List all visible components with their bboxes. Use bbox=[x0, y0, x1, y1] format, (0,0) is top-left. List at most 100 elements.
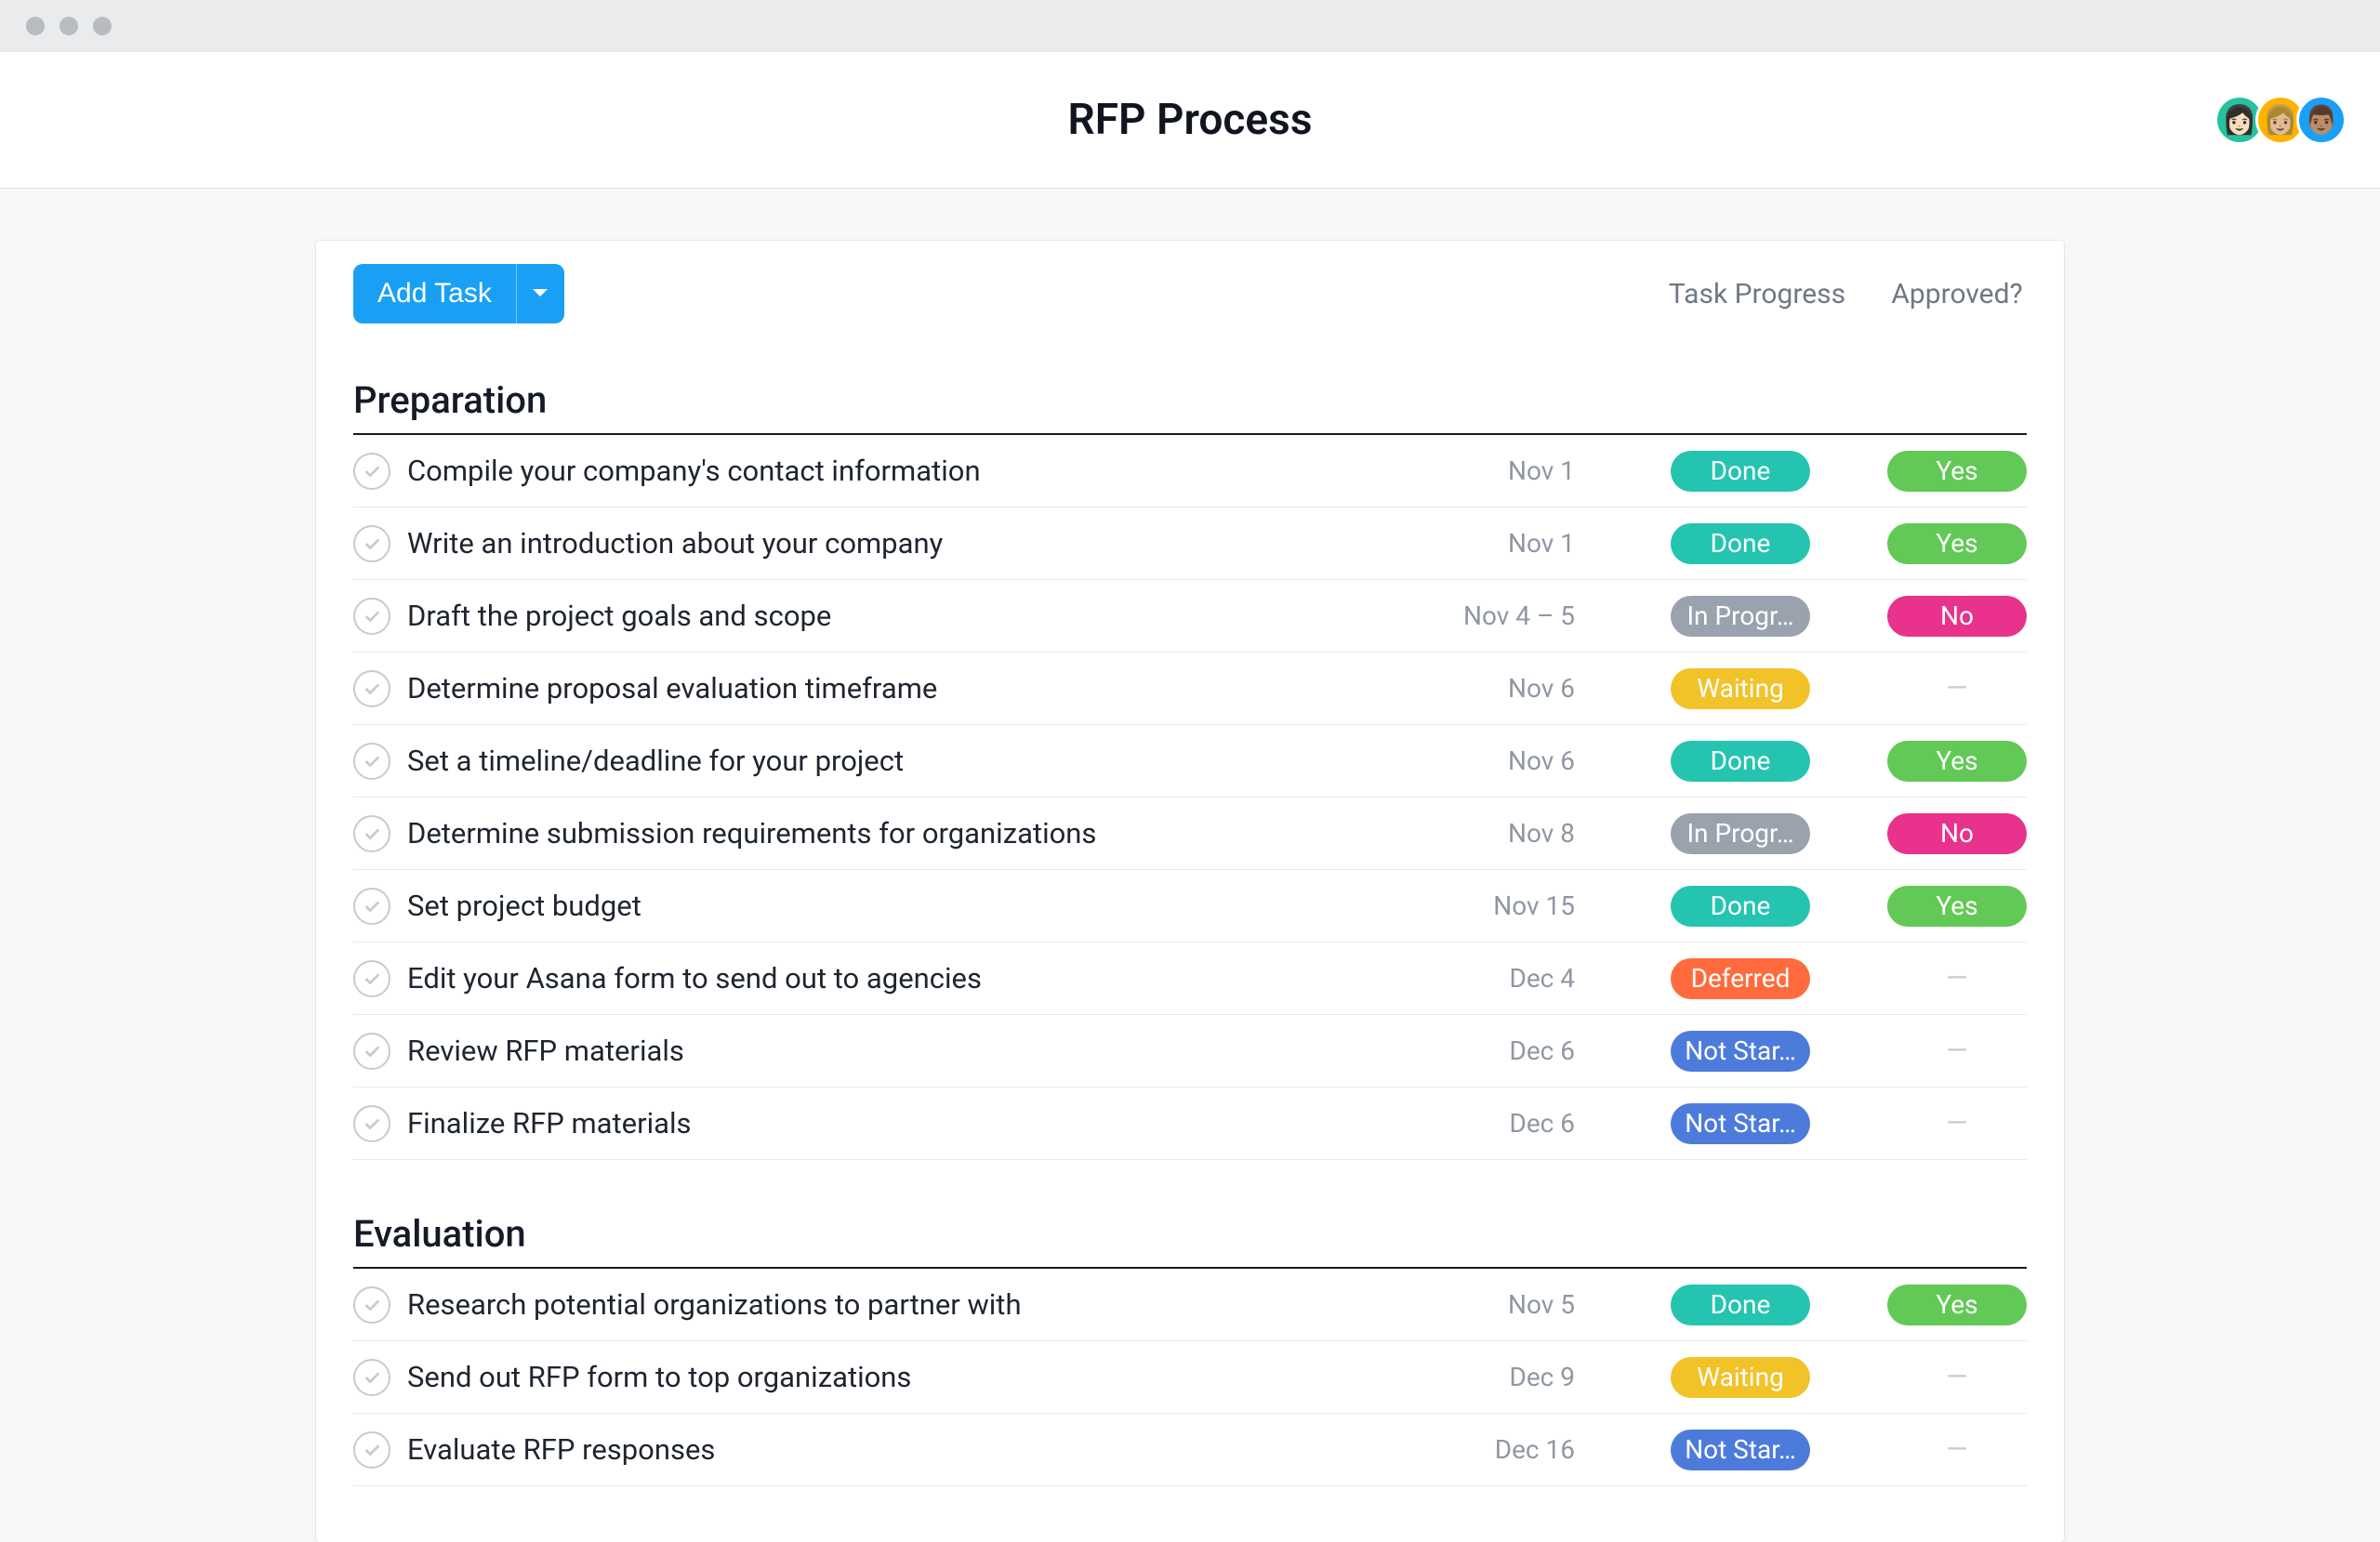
task-title[interactable]: Send out RFP form to top organizations bbox=[407, 1360, 1409, 1394]
task-progress-cell[interactable]: Not Star… bbox=[1610, 1031, 1871, 1072]
complete-task-check-icon[interactable] bbox=[353, 743, 390, 780]
task-date[interactable]: Dec 6 bbox=[1426, 1035, 1593, 1066]
complete-task-check-icon[interactable] bbox=[353, 598, 390, 635]
task-progress-cell[interactable]: Waiting bbox=[1610, 668, 1871, 709]
progress-pill[interactable]: Deferred bbox=[1671, 958, 1810, 999]
task-date[interactable]: Nov 6 bbox=[1426, 673, 1593, 704]
task-approved-cell[interactable]: No bbox=[1887, 813, 2027, 854]
task-date[interactable]: Nov 1 bbox=[1426, 455, 1593, 486]
task-date[interactable]: Nov 8 bbox=[1426, 818, 1593, 849]
progress-pill[interactable]: Done bbox=[1671, 451, 1810, 492]
task-date[interactable]: Dec 4 bbox=[1426, 963, 1593, 994]
progress-pill[interactable]: Waiting bbox=[1671, 1357, 1810, 1398]
table-row[interactable]: Determine proposal evaluation timeframe N… bbox=[353, 652, 2027, 725]
table-row[interactable]: Draft the project goals and scope Nov 4 –… bbox=[353, 580, 2027, 652]
add-task-button[interactable]: Add Task bbox=[353, 264, 516, 323]
complete-task-check-icon[interactable] bbox=[353, 1033, 390, 1070]
table-row[interactable]: Set project budget Nov 15 Done Yes bbox=[353, 870, 2027, 942]
task-approved-cell[interactable]: Yes bbox=[1887, 523, 2027, 564]
task-title[interactable]: Edit your Asana form to send out to agen… bbox=[407, 961, 1409, 995]
table-row[interactable]: Send out RFP form to top organizations De… bbox=[353, 1341, 2027, 1414]
complete-task-check-icon[interactable] bbox=[353, 525, 390, 562]
task-progress-cell[interactable]: In Progr… bbox=[1610, 813, 1871, 854]
task-approved-cell[interactable]: — bbox=[1887, 962, 2027, 995]
progress-pill[interactable]: Not Star… bbox=[1671, 1430, 1810, 1470]
progress-pill[interactable]: Done bbox=[1671, 886, 1810, 927]
task-progress-cell[interactable]: Done bbox=[1610, 741, 1871, 782]
complete-task-check-icon[interactable] bbox=[353, 453, 390, 490]
window-dot-close-icon[interactable] bbox=[26, 17, 45, 35]
table-row[interactable]: Determine submission requirements for or… bbox=[353, 797, 2027, 870]
task-title[interactable]: Determine proposal evaluation timeframe bbox=[407, 671, 1409, 705]
table-row[interactable]: Research potential organizations to part… bbox=[353, 1269, 2027, 1341]
task-progress-cell[interactable]: Done bbox=[1610, 886, 1871, 927]
avatar-stack[interactable]: 👩🏻👩🏼👨🏽 bbox=[2215, 95, 2347, 145]
task-approved-cell[interactable]: — bbox=[1887, 1433, 2027, 1466]
task-progress-cell[interactable]: Not Star… bbox=[1610, 1103, 1871, 1144]
window-dot-min-icon[interactable] bbox=[60, 17, 78, 35]
task-progress-cell[interactable]: Deferred bbox=[1610, 958, 1871, 999]
approved-pill[interactable]: Yes bbox=[1887, 523, 2027, 564]
progress-pill[interactable]: In Progr… bbox=[1671, 596, 1810, 637]
task-progress-cell[interactable]: Done bbox=[1610, 451, 1871, 492]
table-row[interactable]: Edit your Asana form to send out to agen… bbox=[353, 942, 2027, 1015]
task-date[interactable]: Nov 6 bbox=[1426, 745, 1593, 776]
task-progress-cell[interactable]: Not Star… bbox=[1610, 1430, 1871, 1470]
task-approved-cell[interactable]: Yes bbox=[1887, 741, 2027, 782]
approved-pill[interactable]: Yes bbox=[1887, 886, 2027, 927]
progress-pill[interactable]: Not Star… bbox=[1671, 1031, 1810, 1072]
task-approved-cell[interactable]: — bbox=[1887, 1035, 2027, 1067]
task-progress-cell[interactable]: Done bbox=[1610, 1285, 1871, 1325]
task-date[interactable]: Dec 9 bbox=[1426, 1362, 1593, 1392]
avatar[interactable]: 👨🏽 bbox=[2296, 95, 2347, 145]
table-row[interactable]: Finalize RFP materialsDec 6Not Star…— bbox=[353, 1087, 2027, 1160]
approved-pill[interactable]: Yes bbox=[1887, 741, 2027, 782]
task-progress-cell[interactable]: In Progr… bbox=[1610, 596, 1871, 637]
task-progress-cell[interactable]: Waiting bbox=[1610, 1357, 1871, 1398]
task-approved-cell[interactable]: — bbox=[1887, 672, 2027, 705]
task-approved-cell[interactable]: No bbox=[1887, 596, 2027, 637]
approved-pill[interactable]: Yes bbox=[1887, 451, 2027, 492]
task-title[interactable]: Set a timeline/deadline for your project bbox=[407, 744, 1409, 778]
task-title[interactable]: Draft the project goals and scope bbox=[407, 599, 1409, 633]
complete-task-check-icon[interactable] bbox=[353, 1359, 390, 1396]
table-row[interactable]: Evaluate RFP responses Dec 16 Not Star… — bbox=[353, 1414, 2027, 1486]
complete-task-check-icon[interactable] bbox=[353, 1105, 390, 1142]
progress-pill[interactable]: Done bbox=[1671, 1285, 1810, 1325]
complete-task-check-icon[interactable] bbox=[353, 960, 390, 997]
task-title[interactable]: Determine submission requirements for or… bbox=[407, 816, 1409, 850]
task-title[interactable]: Review RFP materials bbox=[407, 1034, 1409, 1068]
table-row[interactable]: Compile your company's contact informati… bbox=[353, 435, 2027, 507]
task-title[interactable]: Set project budget bbox=[407, 889, 1409, 923]
task-date[interactable]: Nov 4 – 5 bbox=[1426, 600, 1593, 631]
approved-pill[interactable]: Yes bbox=[1887, 1285, 2027, 1325]
task-approved-cell[interactable]: — bbox=[1887, 1361, 2027, 1393]
task-date[interactable]: Nov 1 bbox=[1426, 528, 1593, 559]
task-date[interactable]: Nov 5 bbox=[1426, 1289, 1593, 1320]
window-dot-max-icon[interactable] bbox=[93, 17, 112, 35]
task-approved-cell[interactable]: Yes bbox=[1887, 451, 2027, 492]
add-task-dropdown-button[interactable] bbox=[516, 264, 564, 323]
task-date[interactable]: Dec 16 bbox=[1426, 1434, 1593, 1465]
task-title[interactable]: Write an introduction about your company bbox=[407, 526, 1409, 560]
task-title[interactable]: Finalize RFP materials bbox=[407, 1106, 1409, 1140]
task-date[interactable]: Nov 15 bbox=[1426, 890, 1593, 921]
complete-task-check-icon[interactable] bbox=[353, 1286, 390, 1324]
progress-pill[interactable]: Not Star… bbox=[1671, 1103, 1810, 1144]
approved-pill[interactable]: No bbox=[1887, 813, 2027, 854]
table-row[interactable]: Review RFP materials Dec 6 Not Star… — bbox=[353, 1015, 2027, 1087]
progress-pill[interactable]: Done bbox=[1671, 523, 1810, 564]
table-row[interactable]: Write an introduction about your company… bbox=[353, 507, 2027, 580]
task-progress-cell[interactable]: Done bbox=[1610, 523, 1871, 564]
task-approved-cell[interactable]: Yes bbox=[1887, 886, 2027, 927]
task-date[interactable]: Dec 6 bbox=[1426, 1108, 1593, 1139]
task-approved-cell[interactable]: Yes bbox=[1887, 1285, 2027, 1325]
progress-pill[interactable]: Done bbox=[1671, 741, 1810, 782]
complete-task-check-icon[interactable] bbox=[353, 670, 390, 707]
complete-task-check-icon[interactable] bbox=[353, 815, 390, 852]
progress-pill[interactable]: In Progr… bbox=[1671, 813, 1810, 854]
task-title[interactable]: Evaluate RFP responses bbox=[407, 1432, 1409, 1467]
complete-task-check-icon[interactable] bbox=[353, 1431, 390, 1469]
complete-task-check-icon[interactable] bbox=[353, 888, 390, 925]
task-title[interactable]: Compile your company's contact informati… bbox=[407, 454, 1409, 488]
